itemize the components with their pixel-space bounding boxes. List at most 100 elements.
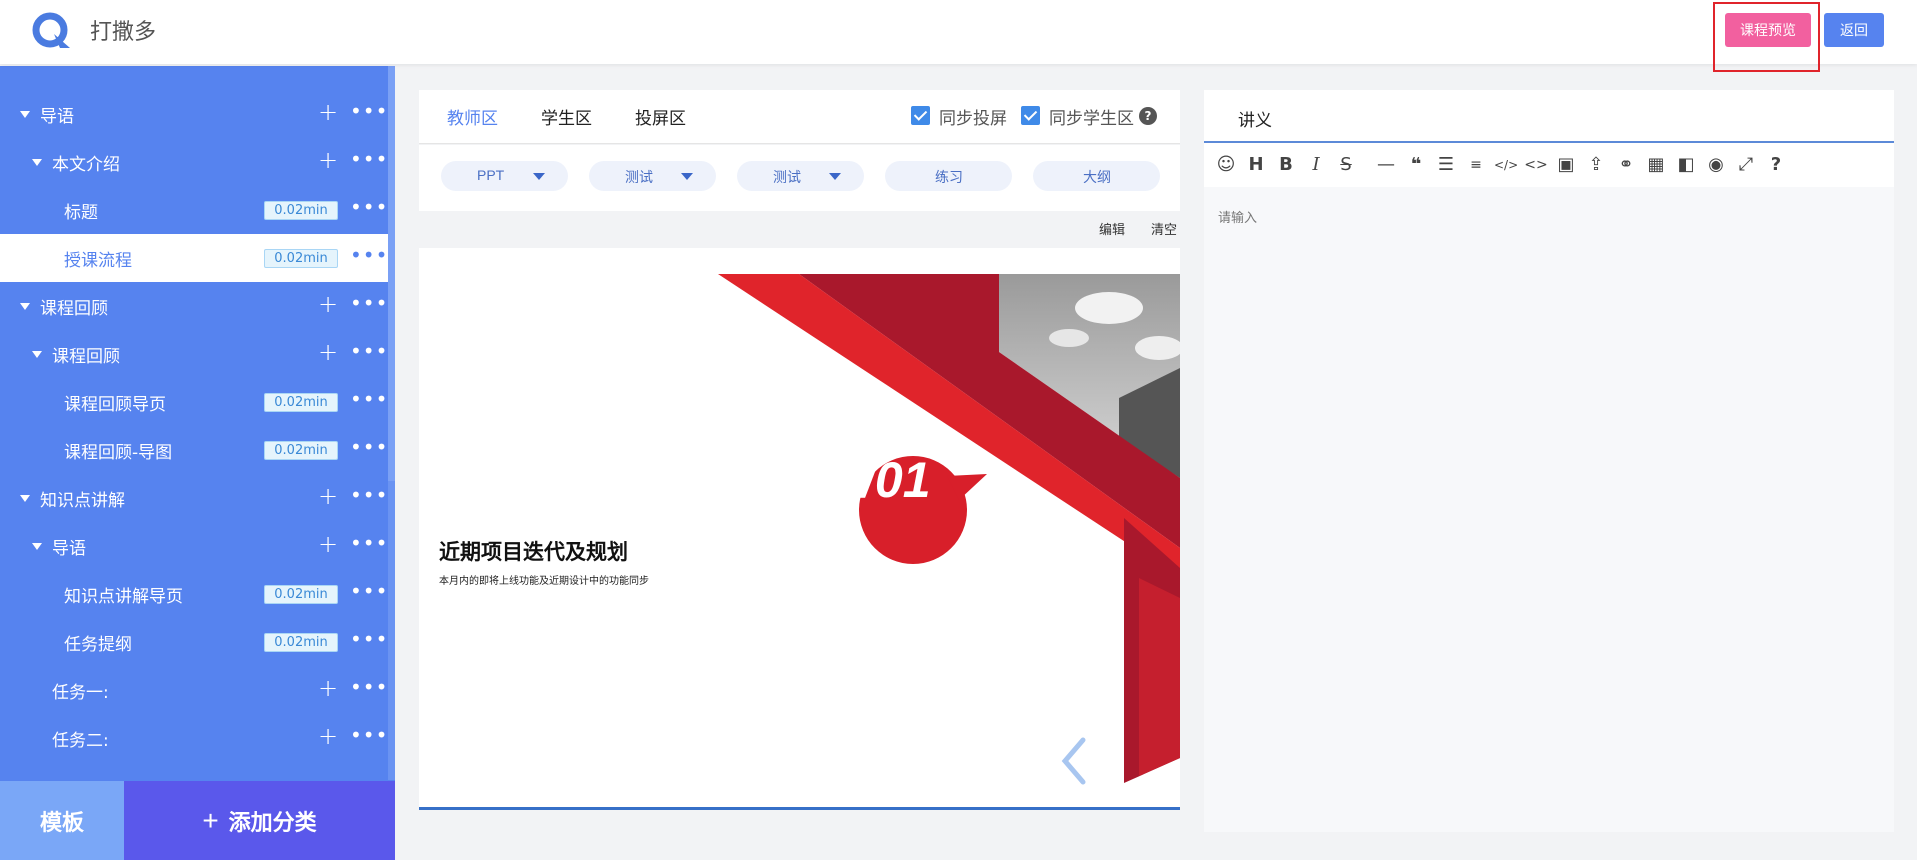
code-block-icon[interactable]: <>	[1524, 153, 1548, 177]
content-type-toolbar: PPT 测试 测试 练习 大纲	[419, 145, 1180, 211]
test-dropdown[interactable]: 测试	[589, 161, 716, 191]
tree-leaf[interactable]: 标题 0.02min •••	[0, 186, 388, 234]
sync-screen-checkbox[interactable]	[911, 106, 930, 125]
tree-node[interactable]: 课程回顾 + •••	[0, 282, 388, 330]
add-icon[interactable]: +	[318, 338, 338, 366]
caret-down-icon[interactable]	[32, 159, 42, 166]
back-button[interactable]: 返回	[1824, 13, 1884, 47]
more-icon[interactable]: •••	[350, 99, 388, 123]
help-icon[interactable]: ?	[1139, 107, 1157, 125]
logo-icon	[32, 12, 70, 48]
tree-node[interactable]: 任务一: + •••	[0, 666, 388, 714]
more-icon[interactable]: •••	[350, 483, 388, 507]
tree-leaf-label: 课程回顾导页	[64, 395, 166, 415]
inline-code-icon[interactable]: </>	[1494, 153, 1518, 177]
tree-leaf[interactable]: 任务提纲 0.02min •••	[0, 618, 388, 666]
more-icon[interactable]: •••	[350, 291, 388, 315]
course-preview-button[interactable]: 课程预览	[1725, 13, 1811, 47]
caret-down-icon[interactable]	[20, 303, 30, 310]
tab-teacher-zone[interactable]: 教师区	[447, 104, 498, 129]
tree-node[interactable]: 导语 + •••	[0, 90, 388, 138]
slide-artwork	[718, 274, 1180, 783]
more-icon[interactable]: •••	[350, 723, 388, 747]
caret-down-icon[interactable]	[20, 495, 30, 502]
test-dropdown-2[interactable]: 测试	[737, 161, 864, 191]
editor-placeholder: 请输入	[1218, 211, 1258, 226]
editor-toolbar: ☺ H B I S — ❝ ☰ ≡ </> <> ▣ ⇪ ⚭ ▦ ◧ ◉ ⤢ ?	[1204, 143, 1894, 187]
clear-link[interactable]: 清空	[1151, 219, 1177, 238]
table-icon[interactable]: ▦	[1644, 153, 1668, 177]
more-icon[interactable]: •••	[350, 195, 388, 219]
tree-leaf[interactable]: 课程回顾-导图 0.02min •••	[0, 426, 388, 474]
image-icon[interactable]: ▣	[1554, 153, 1578, 177]
outline-button[interactable]: 大纲	[1033, 161, 1160, 191]
app-header: 打撒多 课程预览 返回	[0, 0, 1917, 72]
add-icon[interactable]: +	[318, 482, 338, 510]
numbered-list-icon[interactable]: ≡	[1464, 153, 1488, 177]
pill-label: 大纲	[1083, 169, 1111, 185]
practice-button[interactable]: 练习	[885, 161, 1012, 191]
sync-student-label: 同步学生区	[1049, 109, 1134, 129]
fullscreen-icon[interactable]: ⤢	[1734, 153, 1758, 177]
tree-leaf-selected[interactable]: 授课流程 0.02min •••	[0, 234, 388, 282]
previous-slide-icon[interactable]	[1059, 736, 1089, 786]
more-icon[interactable]: •••	[350, 243, 388, 267]
notes-editor[interactable]: 请输入	[1204, 187, 1894, 832]
sidebar-scrollbar-thumb[interactable]	[388, 66, 395, 481]
tree-leaf[interactable]: 课程回顾导页 0.02min •••	[0, 378, 388, 426]
add-icon[interactable]: +	[318, 98, 338, 126]
edit-link[interactable]: 编辑	[1099, 219, 1125, 238]
italic-icon[interactable]: I	[1304, 153, 1328, 177]
columns-icon[interactable]: ◧	[1674, 153, 1698, 177]
tree-leaf[interactable]: 知识点讲解导页 0.02min •••	[0, 570, 388, 618]
pill-label: PPT	[477, 167, 505, 183]
preview-icon[interactable]: ◉	[1704, 153, 1728, 177]
more-icon[interactable]: •••	[350, 675, 388, 699]
bold-icon[interactable]: B	[1274, 153, 1298, 177]
add-icon[interactable]: +	[318, 530, 338, 558]
tree-node[interactable]: 知识点讲解 + •••	[0, 474, 388, 522]
add-icon[interactable]: +	[318, 146, 338, 174]
caret-down-icon[interactable]	[32, 351, 42, 358]
horizontal-rule-icon[interactable]: —	[1374, 153, 1398, 177]
more-icon[interactable]: •••	[350, 147, 388, 171]
plus-icon: +	[202, 804, 219, 836]
strikethrough-icon[interactable]: S	[1334, 153, 1358, 177]
tab-projection-zone[interactable]: 投屏区	[635, 104, 686, 129]
more-icon[interactable]: •••	[350, 387, 388, 411]
more-icon[interactable]: •••	[350, 627, 388, 651]
quote-icon[interactable]: ❝	[1404, 153, 1428, 177]
tree-leaf-label: 知识点讲解导页	[64, 587, 183, 607]
more-icon[interactable]: •••	[350, 339, 388, 363]
caret-down-icon[interactable]	[20, 111, 30, 118]
slide-bottom-divider	[419, 807, 1180, 810]
duration-badge: 0.02min	[264, 249, 338, 268]
upload-icon[interactable]: ⇪	[1584, 153, 1608, 177]
tab-student-zone[interactable]: 学生区	[541, 104, 592, 129]
template-button[interactable]: 模板	[0, 781, 124, 860]
pill-label: 练习	[935, 169, 963, 185]
heading-icon[interactable]: H	[1244, 153, 1268, 177]
ppt-dropdown[interactable]: PPT	[441, 161, 568, 191]
tree-node[interactable]: 任务二: + •••	[0, 714, 388, 762]
more-icon[interactable]: •••	[350, 579, 388, 603]
more-icon[interactable]: •••	[350, 531, 388, 555]
add-icon[interactable]: +	[318, 674, 338, 702]
slide-title: 近期项目迭代及规划	[439, 540, 628, 564]
sync-screen-label: 同步投屏	[939, 109, 1007, 129]
tree-node[interactable]: 导语 + •••	[0, 522, 388, 570]
bullet-list-icon[interactable]: ☰	[1434, 153, 1458, 177]
caret-down-icon[interactable]	[32, 543, 42, 550]
add-icon[interactable]: +	[318, 290, 338, 318]
link-icon[interactable]: ⚭	[1614, 153, 1638, 177]
duration-badge: 0.02min	[264, 393, 338, 412]
help-icon[interactable]: ?	[1764, 153, 1788, 177]
add-category-button[interactable]: + 添加分类	[124, 781, 395, 860]
emoji-icon[interactable]: ☺	[1214, 153, 1238, 177]
sync-student-checkbox[interactable]	[1021, 106, 1040, 125]
tree-node[interactable]: 课程回顾 + •••	[0, 330, 388, 378]
tree-node[interactable]: 本文介绍 + •••	[0, 138, 388, 186]
add-icon[interactable]: +	[318, 722, 338, 750]
tree-node-label: 导语	[52, 539, 86, 559]
more-icon[interactable]: •••	[350, 435, 388, 459]
